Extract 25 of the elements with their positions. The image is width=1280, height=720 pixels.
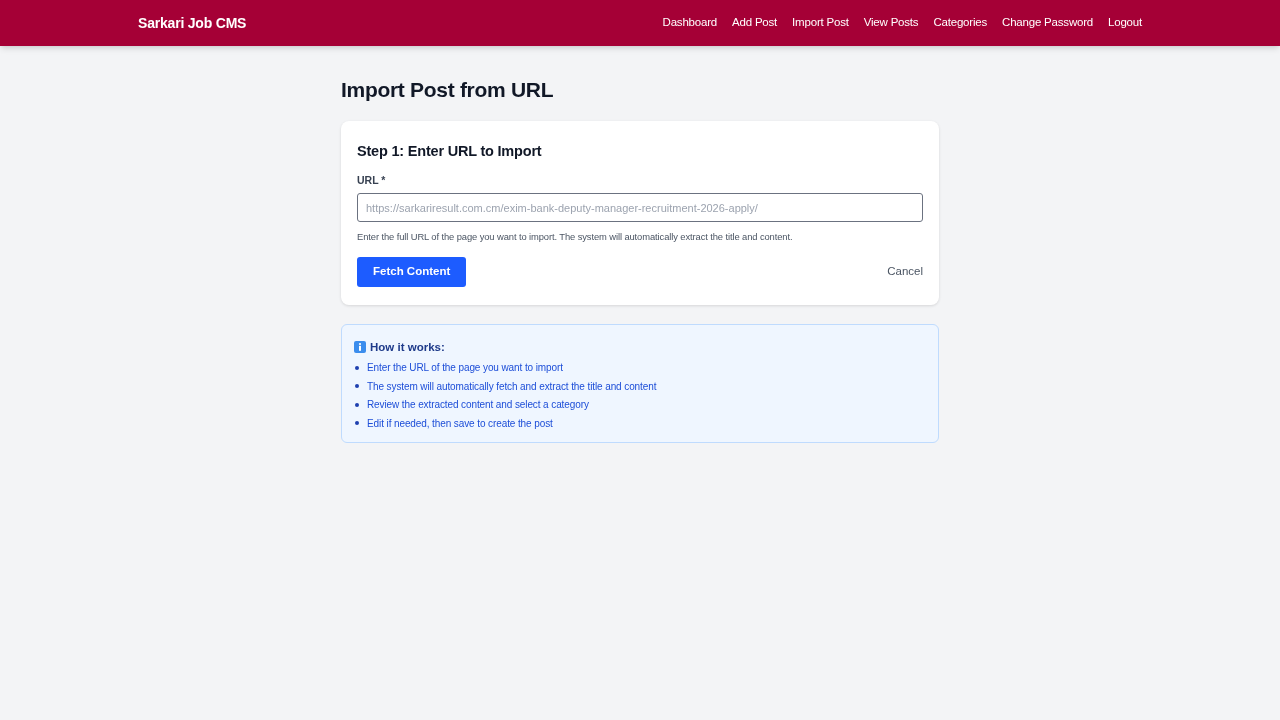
nav-link[interactable]: Add Post	[732, 14, 778, 32]
nav-link[interactable]: Categories	[933, 14, 988, 32]
nav-link[interactable]: Logout	[1108, 14, 1142, 32]
fetch-content-button[interactable]: Fetch Content	[357, 257, 467, 287]
list-item-text: Enter the URL of the page you want to import	[367, 361, 563, 375]
bullet-icon	[355, 402, 359, 407]
page-title: Import Post from URL	[341, 77, 555, 103]
list-item-text: Edit if needed, then save to create the post	[367, 416, 553, 430]
card-heading: Step 1: Enter URL to Import	[357, 142, 543, 161]
nav-link[interactable]: Change Password	[1002, 14, 1093, 32]
list-item-text: The system will automatically fetch and extract the title and content	[367, 379, 657, 393]
cancel-link[interactable]: Cancel	[887, 263, 923, 281]
bullet-icon	[355, 421, 359, 426]
bullet-icon	[355, 365, 359, 370]
nav-link[interactable]: View Posts	[863, 14, 919, 32]
nav-link[interactable]: Dashboard	[662, 14, 718, 32]
help-text: Enter the full URL of the page you want to import. The system will automatically extract the title and content.	[357, 230, 794, 243]
nav-link[interactable]: Import Post	[792, 14, 849, 32]
list-item-text: Review the extracted content and select a category	[367, 398, 589, 412]
info-heading: How it works:	[370, 340, 445, 355]
url-input-field[interactable]: https://sarkariresult.com.cm/exim-bank-deputy-manager-recruitment-2026-apply/	[357, 193, 923, 222]
brand-link[interactable]: Sarkari Job CMS	[138, 12, 247, 34]
field-label: URL *	[357, 173, 387, 187]
info-icon	[354, 341, 366, 353]
bullet-icon	[355, 384, 359, 389]
